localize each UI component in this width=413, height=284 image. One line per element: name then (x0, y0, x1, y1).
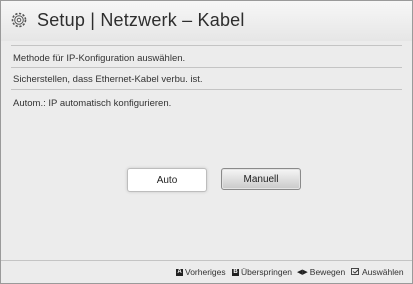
hint-skip-label: Überspringen (241, 267, 293, 277)
enter-icon (351, 268, 359, 275)
divider (11, 67, 402, 68)
footer-hints: A Vorheriges B Überspringen ◀▶ Bewegen A… (1, 260, 412, 283)
hint-previous-label: Vorheriges (185, 267, 226, 277)
divider (11, 45, 402, 46)
hint-previous: A Vorheriges (176, 267, 226, 277)
hint-select: Auswählen (351, 267, 404, 277)
gear-icon (11, 12, 27, 28)
hint-skip: B Überspringen (232, 267, 292, 277)
hint-move-label: Bewegen (309, 267, 346, 277)
network-setup-panel: Setup | Netzwerk – Kabel Methode für IP-… (0, 0, 413, 284)
header-bar: Setup | Netzwerk – Kabel (1, 1, 412, 41)
page-title: Setup | Netzwerk – Kabel (37, 10, 245, 30)
divider (11, 89, 402, 90)
a-key-icon: A (176, 268, 183, 276)
auto-button[interactable]: Auto (127, 168, 207, 192)
manual-button[interactable]: Manuell (221, 168, 301, 190)
auto-description-text: Autom.: IP automatisch konfigurieren. (13, 98, 172, 109)
b-key-icon: B (232, 268, 239, 276)
left-right-arrows-icon: ◀▶ (297, 269, 308, 276)
cable-notice-text: Sicherstellen, dass Ethernet-Kabel verbu… (13, 74, 203, 85)
hint-move: ◀▶ Bewegen (297, 267, 345, 277)
instruction-text: Methode für IP-Konfiguration auswählen. (13, 53, 186, 64)
hint-select-label: Auswählen (362, 267, 404, 277)
